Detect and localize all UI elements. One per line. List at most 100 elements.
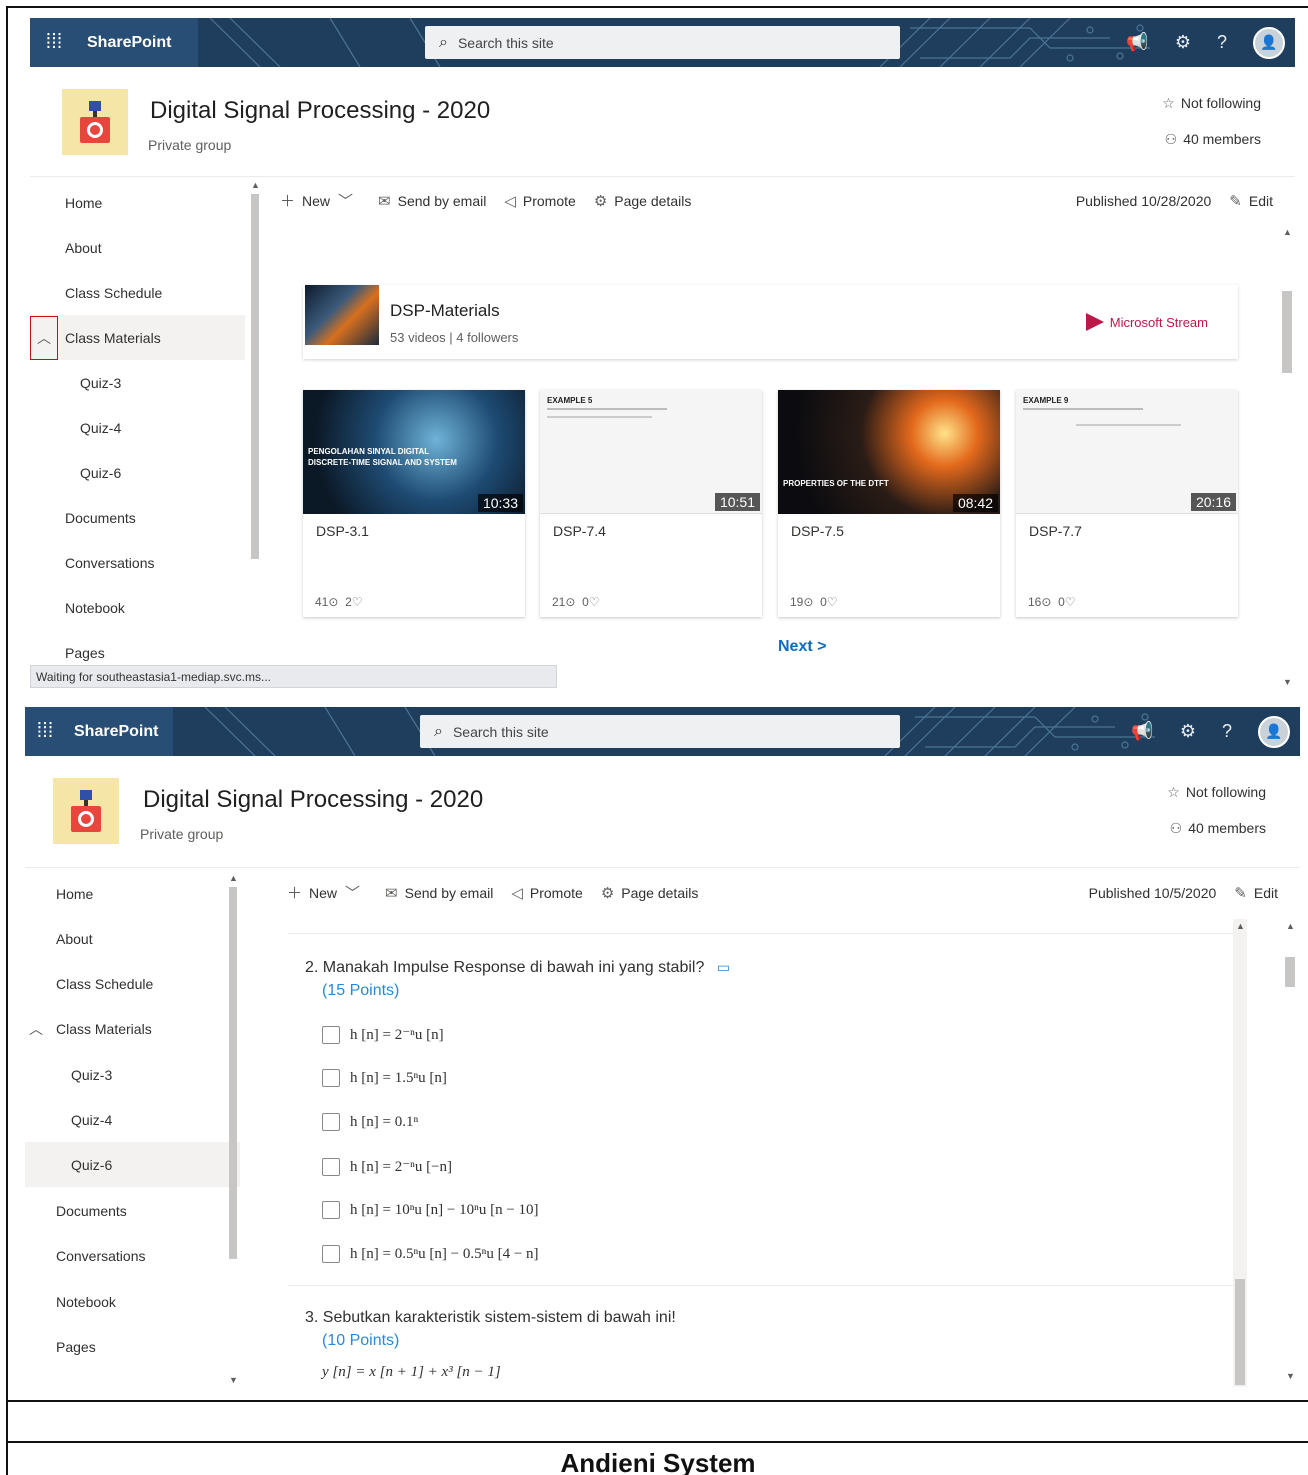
video-thumbnail[interactable]: EXAMPLE 9 20:16 bbox=[1016, 390, 1238, 514]
megaphone-icon[interactable]: 📢 bbox=[1131, 721, 1153, 742]
scroll-up-arrow-icon[interactable]: ▲ bbox=[229, 873, 238, 883]
nav-quiz-3[interactable]: Quiz-3 bbox=[25, 1052, 240, 1097]
video-title[interactable]: DSP-7.5 bbox=[791, 523, 844, 539]
gear-icon[interactable]: ⚙ bbox=[1175, 32, 1191, 53]
nav-quiz-6[interactable]: Quiz-6 bbox=[30, 450, 245, 495]
search-input[interactable]: ⌕ Search this site bbox=[420, 715, 900, 748]
avatar[interactable]: 👤 bbox=[1258, 715, 1290, 748]
nav-home[interactable]: Home bbox=[25, 871, 240, 916]
sharepoint-brand[interactable]: SharePoint bbox=[78, 18, 198, 67]
search-input[interactable]: ⌕ Search this site bbox=[425, 26, 900, 59]
nav-scrollbar[interactable]: ▲ bbox=[248, 178, 262, 693]
gear-icon[interactable]: ⚙ bbox=[1180, 721, 1196, 742]
scroll-down-arrow-icon[interactable]: ▼ bbox=[1283, 677, 1292, 687]
checkbox[interactable] bbox=[322, 1157, 340, 1176]
app-launcher-icon[interactable]: ⁞⁞⁞ bbox=[25, 707, 65, 756]
nav-quiz-3[interactable]: Quiz-3 bbox=[30, 360, 245, 405]
nav-class-schedule[interactable]: Class Schedule bbox=[25, 961, 240, 1006]
promote-button[interactable]: ◁ Promote bbox=[511, 884, 582, 902]
scroll-down-arrow-icon[interactable]: ▼ bbox=[1286, 1371, 1295, 1381]
send-by-email-button[interactable]: ✉ Send by email bbox=[378, 192, 486, 210]
nav-class-materials[interactable]: ︿ Class Materials bbox=[30, 315, 245, 360]
answer-option[interactable]: h [n] = 1.5ⁿu [n] bbox=[322, 1069, 447, 1087]
video-card[interactable]: PROPERTIES OF THE DTFT 08:42 DSP-7.5 19⊙… bbox=[778, 390, 1000, 617]
scroll-up-arrow-icon[interactable]: ▲ bbox=[1286, 921, 1295, 931]
nav-documents[interactable]: Documents bbox=[25, 1188, 240, 1233]
stream-channel-card[interactable]: DSP-Materials 53 videos | 4 followers Mi… bbox=[303, 285, 1238, 359]
nav-quiz-4[interactable]: Quiz-4 bbox=[30, 405, 245, 450]
next-page-link[interactable]: Next > bbox=[778, 638, 826, 656]
new-button[interactable]: ＋ New ﹀ bbox=[287, 882, 367, 903]
scroll-up-arrow-icon[interactable]: ▲ bbox=[1236, 921, 1245, 931]
nav-notebook[interactable]: Notebook bbox=[25, 1279, 240, 1324]
video-thumbnail[interactable]: PENGOLAHAN SINYAL DIGITAL DISCRETE-TIME S… bbox=[303, 390, 525, 514]
page-scroll-thumb[interactable] bbox=[1285, 957, 1295, 987]
chevron-up-icon[interactable]: ︿ bbox=[30, 315, 58, 360]
chevron-up-icon[interactable]: ︿ bbox=[29, 1019, 43, 1039]
answer-option[interactable]: h [n] = 2⁻ⁿu [n] bbox=[322, 1025, 444, 1044]
chevron-down-icon: ﹀ bbox=[338, 193, 354, 210]
checkbox[interactable] bbox=[322, 1245, 340, 1263]
checkbox[interactable] bbox=[322, 1025, 340, 1044]
nav-conversations[interactable]: Conversations bbox=[25, 1233, 240, 1278]
nav-scroll-thumb[interactable] bbox=[251, 194, 259, 559]
checkbox[interactable] bbox=[322, 1069, 340, 1087]
nav-class-materials[interactable]: ︿ Class Materials bbox=[25, 1006, 240, 1051]
form-scrollbar[interactable]: ▲ bbox=[1233, 919, 1247, 1387]
help-icon[interactable]: ? bbox=[1222, 721, 1232, 742]
page-details-button[interactable]: ⚙ Page details bbox=[594, 192, 692, 210]
site-header: Digital Signal Processing - 2020 Private… bbox=[30, 67, 1295, 177]
page-details-button[interactable]: ⚙ Page details bbox=[601, 884, 699, 902]
immersive-reader-icon[interactable]: ▭ bbox=[717, 959, 730, 975]
members-button[interactable]: ⚇ 40 members bbox=[1170, 820, 1266, 837]
answer-option[interactable]: h [n] = 10ⁿu [n] − 10ⁿu [n − 10] bbox=[322, 1201, 539, 1219]
scroll-down-arrow-icon[interactable]: ▼ bbox=[229, 1375, 238, 1385]
video-title[interactable]: DSP-7.7 bbox=[1029, 523, 1082, 539]
video-title[interactable]: DSP-7.4 bbox=[553, 523, 606, 539]
avatar[interactable]: 👤 bbox=[1253, 26, 1285, 59]
microsoft-stream-link[interactable]: Microsoft Stream bbox=[1085, 313, 1208, 331]
checkbox[interactable] bbox=[322, 1201, 340, 1219]
video-title[interactable]: DSP-3.1 bbox=[316, 523, 369, 539]
scroll-up-arrow-icon[interactable]: ▲ bbox=[251, 180, 260, 190]
nav-scroll-thumb[interactable] bbox=[229, 887, 237, 1259]
video-card[interactable]: PENGOLAHAN SINYAL DIGITAL DISCRETE-TIME S… bbox=[303, 390, 525, 617]
nav-quiz-4[interactable]: Quiz-4 bbox=[25, 1097, 240, 1142]
edit-button[interactable]: ✎ Edit bbox=[1229, 192, 1273, 210]
members-button[interactable]: ⚇ 40 members bbox=[1165, 131, 1261, 148]
page-scrollbar[interactable]: ▲ ▼ bbox=[1282, 919, 1298, 1387]
channel-name[interactable]: DSP-Materials bbox=[390, 301, 500, 321]
video-card[interactable]: EXAMPLE 5 10:51 DSP-7.4 21⊙ 0♡ bbox=[540, 390, 762, 617]
form-scroll-thumb[interactable] bbox=[1235, 1279, 1245, 1385]
help-icon[interactable]: ? bbox=[1217, 32, 1227, 53]
nav-about[interactable]: About bbox=[25, 916, 240, 961]
checkbox[interactable] bbox=[322, 1113, 340, 1131]
answer-option[interactable]: h [n] = 0.5ⁿu [n] − 0.5ⁿu [4 − n] bbox=[322, 1245, 539, 1263]
new-button[interactable]: ＋ New ﹀ bbox=[280, 190, 360, 211]
nav-documents[interactable]: Documents bbox=[30, 495, 245, 540]
edit-button[interactable]: ✎ Edit bbox=[1234, 884, 1278, 902]
app-launcher-icon[interactable]: ⁞⁞⁞ bbox=[30, 18, 78, 67]
nav-conversations[interactable]: Conversations bbox=[30, 540, 245, 585]
nav-about[interactable]: About bbox=[30, 225, 245, 270]
follow-button[interactable]: ☆ Not following bbox=[1167, 784, 1266, 801]
video-thumbnail[interactable]: PROPERTIES OF THE DTFT 08:42 bbox=[778, 390, 1000, 514]
scroll-up-arrow-icon[interactable]: ▲ bbox=[1283, 227, 1292, 237]
promote-button[interactable]: ◁ Promote bbox=[504, 192, 575, 210]
sharepoint-brand[interactable]: SharePoint bbox=[65, 707, 173, 756]
send-by-email-button[interactable]: ✉ Send by email bbox=[385, 884, 493, 902]
nav-class-schedule[interactable]: Class Schedule bbox=[30, 270, 245, 315]
video-thumbnail[interactable]: EXAMPLE 5 10:51 bbox=[540, 390, 762, 514]
nav-quiz-6[interactable]: Quiz-6 bbox=[25, 1142, 240, 1187]
nav-home[interactable]: Home bbox=[30, 180, 245, 225]
answer-option[interactable]: h [n] = 2⁻ⁿu [−n] bbox=[322, 1157, 452, 1176]
page-scrollbar[interactable]: ▲ ▼ bbox=[1279, 225, 1295, 693]
follow-button[interactable]: ☆ Not following bbox=[1162, 95, 1261, 112]
answer-option[interactable]: h [n] = 0.1ⁿ bbox=[322, 1113, 418, 1131]
nav-notebook[interactable]: Notebook bbox=[30, 585, 245, 630]
nav-scrollbar[interactable]: ▲ ▼ bbox=[226, 871, 240, 1389]
video-card[interactable]: EXAMPLE 9 20:16 DSP-7.7 16⊙ 0♡ bbox=[1016, 390, 1238, 617]
megaphone-icon[interactable]: 📢 bbox=[1126, 32, 1148, 53]
page-scroll-thumb[interactable] bbox=[1282, 291, 1292, 373]
nav-pages[interactable]: Pages bbox=[25, 1324, 240, 1369]
